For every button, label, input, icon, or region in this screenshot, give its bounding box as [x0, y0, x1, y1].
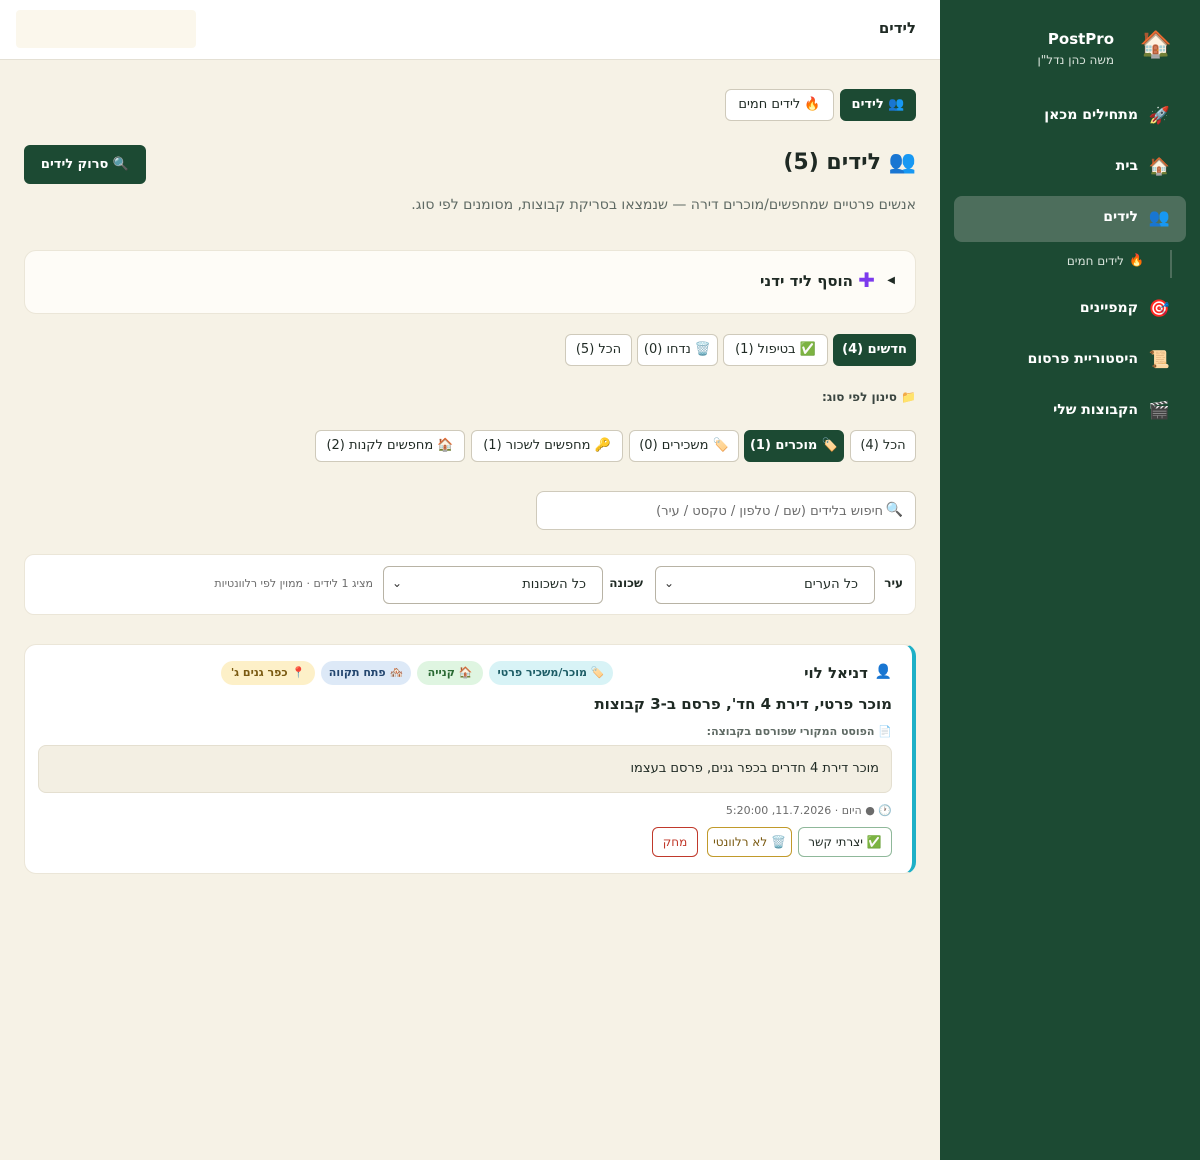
person-icon: 👤 — [874, 664, 892, 680]
lead-name: דניאל לוי — [804, 664, 868, 682]
chevron-down-icon: ⌄ — [664, 576, 675, 590]
sidebar-item-my-groups[interactable]: 🎬 הקבוצות שלי — [954, 389, 1186, 435]
neighborhood-select-value: כל השכונות — [522, 577, 586, 592]
people-icon: 👥 — [1148, 208, 1170, 228]
add-manual-lead-toggle[interactable]: ◀ ✚ הוסף ליד ידני — [24, 250, 916, 314]
brand-name: PostPro — [1047, 30, 1114, 48]
original-post-label: 📄 הפוסט המקורי שפורסם בקבוצה: — [706, 725, 892, 738]
rocket-icon: 🚀 — [1148, 106, 1170, 126]
type-filter-landlords[interactable]: 🏷️ משכירים (0) — [629, 430, 739, 462]
sidebar-item-label: היסטוריית פרסום — [1027, 351, 1138, 367]
sidebar-item-label: מתחילים מכאן — [1044, 107, 1138, 123]
sidebar-item-label: קמפיינים — [1079, 300, 1138, 316]
neighborhood-label: שכונה — [609, 576, 643, 590]
collapse-arrow-icon: ◀ — [887, 275, 895, 286]
page-subtitle: אנשים פרטיים שמחפשים/מוכרים דירה — שנמצא… — [411, 197, 916, 213]
search-box: 🔍 — [536, 491, 916, 530]
lead-chip-type: 🏷️ מוכר/משכיר פרטי — [489, 661, 613, 685]
type-filter-label: 📁 סינון לפי סוג: — [822, 390, 916, 404]
sidebar-item-label: לידים — [1103, 209, 1138, 225]
lead-chip-city: 🏘️ פתח תקווה — [321, 661, 411, 685]
topbar-title: לידים — [878, 19, 916, 37]
sidebar-subitem-label: לידים חמים — [1066, 254, 1124, 268]
chevron-down-icon: ⌄ — [392, 576, 403, 590]
lead-card: 👤 דניאל לוי 🏷️ מוכר/משכיר פרטי 🏠 קנייה 🏘… — [24, 644, 916, 874]
city-label: עיר — [884, 576, 903, 590]
topbar: לידים — [0, 0, 940, 60]
type-filter-sellers[interactable]: 🏷️ מוכרים (1) — [744, 430, 844, 462]
plus-icon: ✚ — [858, 268, 875, 292]
type-filter-all[interactable]: הכל (4) — [850, 430, 916, 462]
delete-button[interactable]: מחק — [652, 827, 698, 857]
fire-icon: 🔥 — [1129, 253, 1144, 267]
not-relevant-button[interactable]: 🗑️ לא רלוונטי — [707, 827, 792, 857]
sidebar-item-label: בית — [1115, 158, 1138, 174]
scroll-icon: 📜 — [1148, 350, 1170, 370]
status-filter-in-progress[interactable]: ✅ בטיפול (1) — [723, 334, 828, 366]
lead-chip-neighborhood: 📍 כפר גנים ג' — [221, 661, 315, 685]
target-icon: 🎯 — [1148, 299, 1170, 319]
sidebar-item-publish-history[interactable]: 📜 היסטוריית פרסום — [954, 338, 1186, 384]
main-content: 👥 לידים 🔥 לידים חמים 👥 לידים (5) 🔍 סרוק … — [0, 60, 940, 1160]
original-post-text: מוכר דירת 4 חדרים בכפר גנים, פרסם בעצמו — [630, 761, 879, 776]
tab-hot-leads[interactable]: 🔥 לידים חמים — [725, 89, 834, 121]
results-note: מציג 1 לידים · ממוין לפי רלוונטיות — [214, 577, 373, 590]
search-icon: 🔍 — [885, 502, 903, 518]
sidebar-item-campaigns[interactable]: 🎯 קמפיינים — [954, 287, 1186, 333]
neighborhood-select[interactable]: כל השכונות ⌄ — [383, 566, 603, 604]
type-filter-seeking-buy[interactable]: 🏠 מחפשים לקנות (2) — [315, 430, 465, 462]
sidebar-item-label: הקבוצות שלי — [1053, 402, 1138, 418]
lead-timestamp: 🕐 ● היום · 11.7.2026, 5:20:00 — [725, 804, 892, 817]
original-post: מוכר דירת 4 חדרים בכפר גנים, פרסם בעצמו — [38, 745, 892, 793]
clapperboard-icon: 🎬 — [1148, 401, 1170, 421]
type-filter-seeking-rent[interactable]: 🔑 מחפשים לשכור (1) — [471, 430, 623, 462]
page-title: 👥 לידים (5) — [783, 150, 916, 175]
city-select-value: כל הערים — [804, 577, 858, 592]
brand-subtitle: משה כהן נדל"ן — [1037, 53, 1114, 67]
contacted-button[interactable]: ✅ יצרתי קשר — [798, 827, 892, 857]
sidebar-item-getting-started[interactable]: 🚀 מתחילים מכאן — [954, 94, 1186, 140]
house-icon: 🏠 — [1148, 157, 1170, 177]
sidebar: 🏠 PostPro משה כהן נדל"ן 🚀 מתחילים מכאן 🏠… — [940, 0, 1200, 1160]
sidebar-item-leads[interactable]: 👥 לידים — [954, 196, 1186, 242]
location-filters: עיר כל הערים ⌄ שכונה כל השכונות ⌄ מציג 1… — [24, 554, 916, 615]
sidebar-item-home[interactable]: 🏠 בית — [954, 145, 1186, 191]
scan-leads-button[interactable]: 🔍 סרוק לידים — [24, 145, 146, 184]
status-filter-rejected[interactable]: 🗑️ נדחו (0) — [637, 334, 718, 366]
tab-leads[interactable]: 👥 לידים — [840, 89, 916, 121]
status-filter-all[interactable]: הכל (5) — [565, 334, 632, 366]
sidebar-subitem-hot-leads[interactable]: 🔥 לידים חמים — [972, 250, 1172, 278]
brand[interactable]: 🏠 PostPro משה כהן נדל"ן — [964, 28, 1176, 72]
city-select[interactable]: כל הערים ⌄ — [655, 566, 875, 604]
add-manual-lead-label: הוסף ליד ידני — [760, 272, 853, 290]
lead-headline: מוכר פרטי, דירת 4 חד', פרסם ב-3 קבוצות — [594, 695, 892, 713]
house-logo-icon: 🏠 — [1139, 30, 1172, 60]
search-input[interactable] — [553, 500, 883, 522]
lead-chip-intent: 🏠 קנייה — [417, 661, 483, 685]
topbar-placeholder — [16, 10, 196, 48]
status-filter-new[interactable]: חדשים (4) — [833, 334, 916, 366]
